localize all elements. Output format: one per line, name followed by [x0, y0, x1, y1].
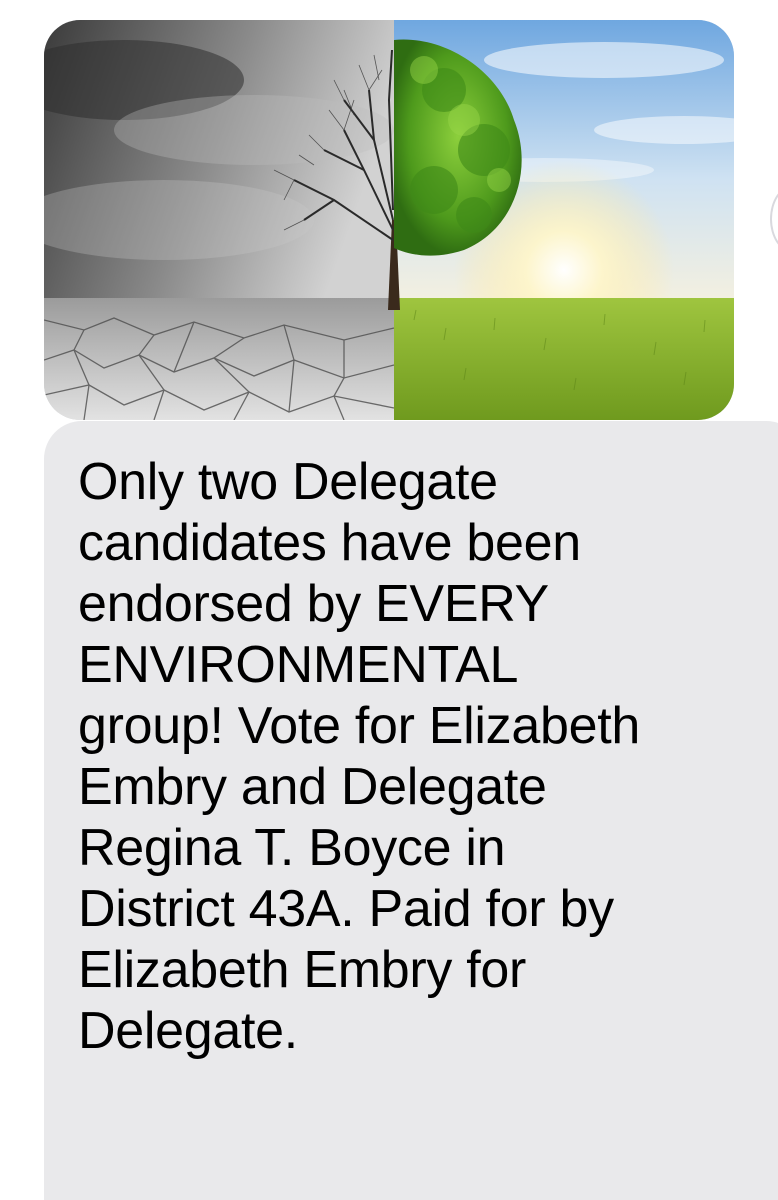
tree-half-barren-half-lush-image — [44, 20, 734, 420]
message-text: Only two Delegate candidates have been e… — [78, 453, 640, 1060]
message-thread: Only two Delegate candidates have been e… — [0, 0, 778, 1200]
adjacent-bubble-edge — [770, 186, 778, 252]
image-message-bubble[interactable] — [44, 20, 734, 420]
